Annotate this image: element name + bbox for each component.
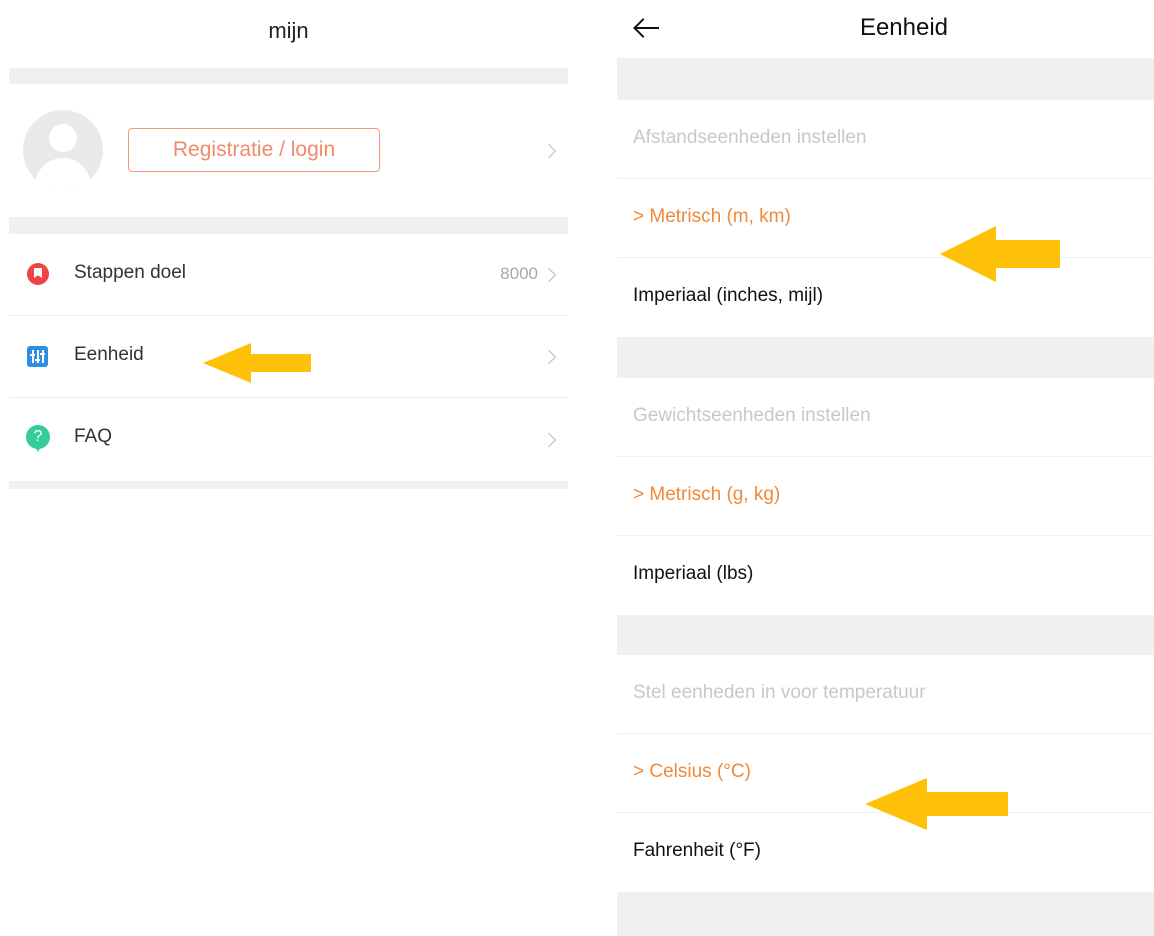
nav-header: Eenheid [617,0,1154,58]
annotation-arrow [203,343,311,383]
login-button[interactable]: Registratie / login [128,128,380,172]
unit-settings-screen: Eenheid Afstandseenheden instellen > Met… [617,0,1154,936]
chevron-right-icon [541,432,557,448]
menu-item-label: Stappen doel [74,262,186,283]
page-title: mijn [268,18,309,43]
option-distance-imperial[interactable]: Imperiaal (inches, mijl) [617,258,1154,337]
section-divider [617,58,1154,100]
section-divider [617,615,1154,655]
option-label: Imperiaal (inches, mijl) [633,285,824,306]
section-header-label: Afstandseenheden instellen [633,127,867,148]
sliders-icon [27,346,48,367]
option-label: > Metrisch (g, kg) [633,484,781,505]
annotation-arrow [940,226,1060,282]
section-divider [617,892,1154,936]
profile-row[interactable]: Registratie / login [9,84,568,217]
temperature-section-header: Stel eenheden in voor temperatuur [617,655,1154,734]
distance-section-header: Afstandseenheden instellen [617,100,1154,179]
menu-item-steps-goal[interactable]: Stappen doel 8000 [9,234,568,316]
chevron-right-icon [541,267,557,283]
chevron-right-icon [541,349,557,365]
avatar-head [49,124,77,152]
option-distance-metric[interactable]: > Metrisch (m, km) [617,179,1154,258]
section-divider [617,337,1154,378]
weight-section-header: Gewichtseenheden instellen [617,378,1154,457]
menu-item-label: Eenheid [74,344,144,365]
option-label: > Celsius (°C) [633,761,751,782]
section-divider [9,481,568,489]
bookmark-icon [27,263,49,285]
menu-item-label: FAQ [74,426,113,447]
menu-item-faq[interactable]: ? FAQ [9,398,568,480]
annotation-arrow [865,778,1008,830]
question-icon: ? [26,425,50,452]
section-divider [9,217,568,234]
section-divider [9,68,568,84]
option-label: Imperiaal (lbs) [633,563,754,584]
avatar[interactable] [23,110,103,190]
steps-goal-value: 8000 [500,264,538,283]
section-header-label: Stel eenheden in voor temperatuur [633,682,926,703]
option-weight-metric[interactable]: > Metrisch (g, kg) [617,457,1154,536]
option-label: > Metrisch (m, km) [633,206,791,227]
option-label: Fahrenheit (°F) [633,840,761,861]
profile-screen: mijn Registratie / login Stappen doel 80… [9,0,568,936]
avatar-body [35,158,91,190]
option-weight-imperial[interactable]: Imperiaal (lbs) [617,536,1154,615]
chevron-right-icon [541,143,557,159]
page-title: Eenheid [859,14,949,41]
section-header-label: Gewichtseenheden instellen [633,405,871,426]
